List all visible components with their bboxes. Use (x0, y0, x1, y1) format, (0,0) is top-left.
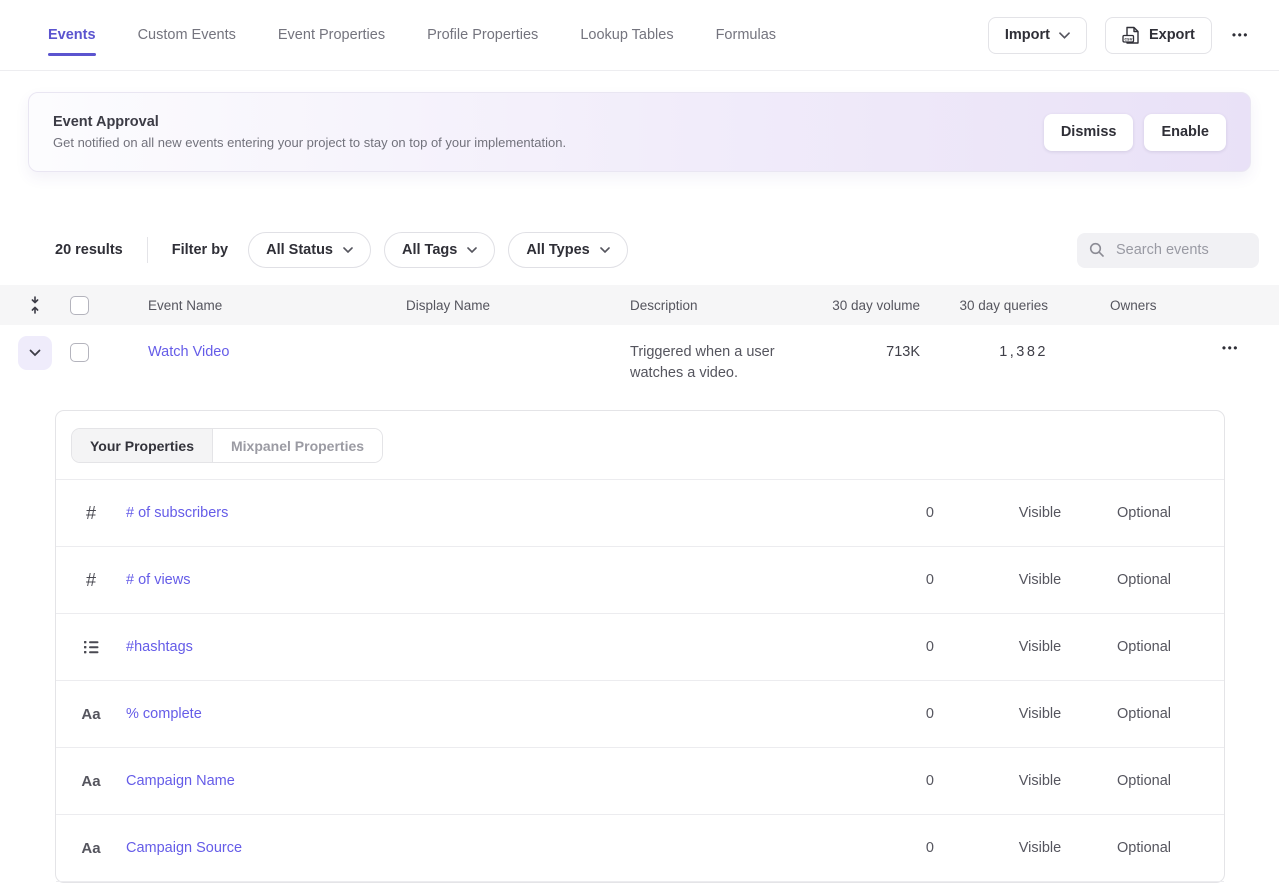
text-type-icon: Aa (81, 840, 100, 857)
csv-file-icon: csv (1122, 26, 1140, 45)
import-button-label: Import (1005, 27, 1050, 43)
tags-filter-dropdown[interactable]: All Tags (384, 232, 495, 268)
tab-custom-events[interactable]: Custom Events (138, 0, 236, 70)
column-30-day-queries: 30 day queries (920, 298, 1048, 313)
status-filter-label: All Status (266, 242, 333, 258)
tab-event-properties[interactable]: Event Properties (278, 0, 385, 70)
property-name-link[interactable]: #hashtags (126, 639, 824, 655)
select-all-checkbox[interactable] (70, 296, 89, 315)
property-row: # # of subscribers 0 Visible Optional (56, 480, 1224, 547)
tab-mixpanel-properties[interactable]: Mixpanel Properties (213, 429, 382, 462)
row-checkbox[interactable] (70, 343, 89, 362)
property-queries: 0 (824, 840, 990, 856)
collapse-all-icon (28, 296, 42, 314)
property-row: Aa % complete 0 Visible Optional (56, 681, 1224, 748)
column-event-name: Event Name (118, 298, 376, 313)
banner-title: Event Approval (53, 114, 566, 130)
property-queries: 0 (824, 706, 990, 722)
property-requirement: Optional (1090, 572, 1198, 588)
nav-tabs: Events Custom Events Event Properties Pr… (48, 0, 776, 70)
property-queries: 0 (824, 505, 990, 521)
property-requirement: Optional (1090, 505, 1198, 521)
filter-toolbar: 20 results Filter by All Status All Tags… (55, 232, 1259, 268)
property-name-link[interactable]: # of views (126, 572, 824, 588)
property-name-link[interactable]: Campaign Source (126, 840, 824, 856)
property-visibility: Visible (990, 706, 1090, 722)
chevron-down-icon (29, 349, 41, 357)
results-count: 20 results (55, 242, 123, 258)
property-visibility: Visible (990, 639, 1090, 655)
property-visibility: Visible (990, 572, 1090, 588)
tags-filter-label: All Tags (402, 242, 457, 258)
banner-description: Get notified on all new events entering … (53, 135, 566, 150)
number-type-icon: # (86, 570, 96, 591)
event-name-link[interactable]: Watch Video (148, 344, 229, 360)
search-box (1077, 233, 1259, 268)
column-owners: Owners (1048, 298, 1168, 313)
property-queries: 0 (824, 572, 990, 588)
property-row: Aa Campaign Source 0 Visible Optional (56, 815, 1224, 882)
status-filter-dropdown[interactable]: All Status (248, 232, 371, 268)
property-name-link[interactable]: % complete (126, 706, 824, 722)
event-table-row: Watch Video Triggered when a user watche… (0, 325, 1279, 395)
collapse-row-button[interactable] (18, 336, 52, 370)
row-actions-button[interactable]: ••• (1220, 337, 1279, 359)
text-type-icon: Aa (81, 773, 100, 790)
svg-text:csv: csv (1124, 37, 1132, 42)
export-button[interactable]: csv Export (1105, 17, 1212, 54)
tab-lookup-tables[interactable]: Lookup Tables (580, 0, 673, 70)
search-input[interactable] (1114, 241, 1244, 259)
property-requirement: Optional (1090, 639, 1198, 655)
collapse-all-button[interactable] (26, 292, 44, 318)
event-30-day-queries: 1,382 (920, 344, 1048, 360)
tab-profile-properties[interactable]: Profile Properties (427, 0, 538, 70)
tab-events[interactable]: Events (48, 0, 96, 70)
search-icon (1089, 242, 1105, 258)
property-visibility: Visible (990, 505, 1090, 521)
event-30-day-volume: 713K (830, 344, 920, 360)
property-name-link[interactable]: # of subscribers (126, 505, 824, 521)
event-approval-banner: Event Approval Get notified on all new e… (28, 92, 1251, 172)
ellipsis-icon: ••• (1232, 28, 1249, 42)
property-requirement: Optional (1090, 840, 1198, 856)
property-row: # # of views 0 Visible Optional (56, 547, 1224, 614)
column-display-name: Display Name (376, 298, 600, 313)
tab-formulas[interactable]: Formulas (716, 0, 776, 70)
chevron-down-icon (1059, 32, 1070, 39)
types-filter-dropdown[interactable]: All Types (508, 232, 627, 268)
property-queries: 0 (824, 773, 990, 789)
chevron-down-icon (467, 247, 477, 253)
property-visibility: Visible (990, 840, 1090, 856)
enable-button[interactable]: Enable (1144, 114, 1226, 151)
export-button-label: Export (1149, 27, 1195, 43)
property-name-link[interactable]: Campaign Name (126, 773, 824, 789)
property-queries: 0 (824, 639, 990, 655)
top-navigation: Events Custom Events Event Properties Pr… (0, 0, 1279, 71)
dismiss-button[interactable]: Dismiss (1044, 114, 1134, 151)
property-requirement: Optional (1090, 773, 1198, 789)
ellipsis-icon: ••• (1222, 341, 1239, 355)
table-header: Event Name Display Name Description 30 d… (0, 285, 1279, 325)
text-type-icon: Aa (81, 706, 100, 723)
property-visibility: Visible (990, 773, 1090, 789)
more-options-button[interactable]: ••• (1230, 24, 1251, 46)
column-30-day-volume: 30 day volume (830, 298, 920, 313)
import-button[interactable]: Import (988, 17, 1087, 54)
list-type-icon (83, 640, 99, 654)
property-row: Aa Campaign Name 0 Visible Optional (56, 748, 1224, 815)
tab-your-properties[interactable]: Your Properties (72, 429, 213, 462)
filter-by-label: Filter by (172, 242, 228, 258)
properties-tabbar: Your Properties Mixpanel Properties (56, 411, 1224, 480)
chevron-down-icon (600, 247, 610, 253)
divider (147, 237, 148, 263)
event-properties-panel: Your Properties Mixpanel Properties # # … (55, 410, 1225, 883)
property-requirement: Optional (1090, 706, 1198, 722)
event-description: Triggered when a user watches a video. (600, 342, 830, 384)
property-row: #hashtags 0 Visible Optional (56, 614, 1224, 681)
column-description: Description (600, 298, 830, 313)
number-type-icon: # (86, 503, 96, 524)
types-filter-label: All Types (526, 242, 589, 258)
chevron-down-icon (343, 247, 353, 253)
